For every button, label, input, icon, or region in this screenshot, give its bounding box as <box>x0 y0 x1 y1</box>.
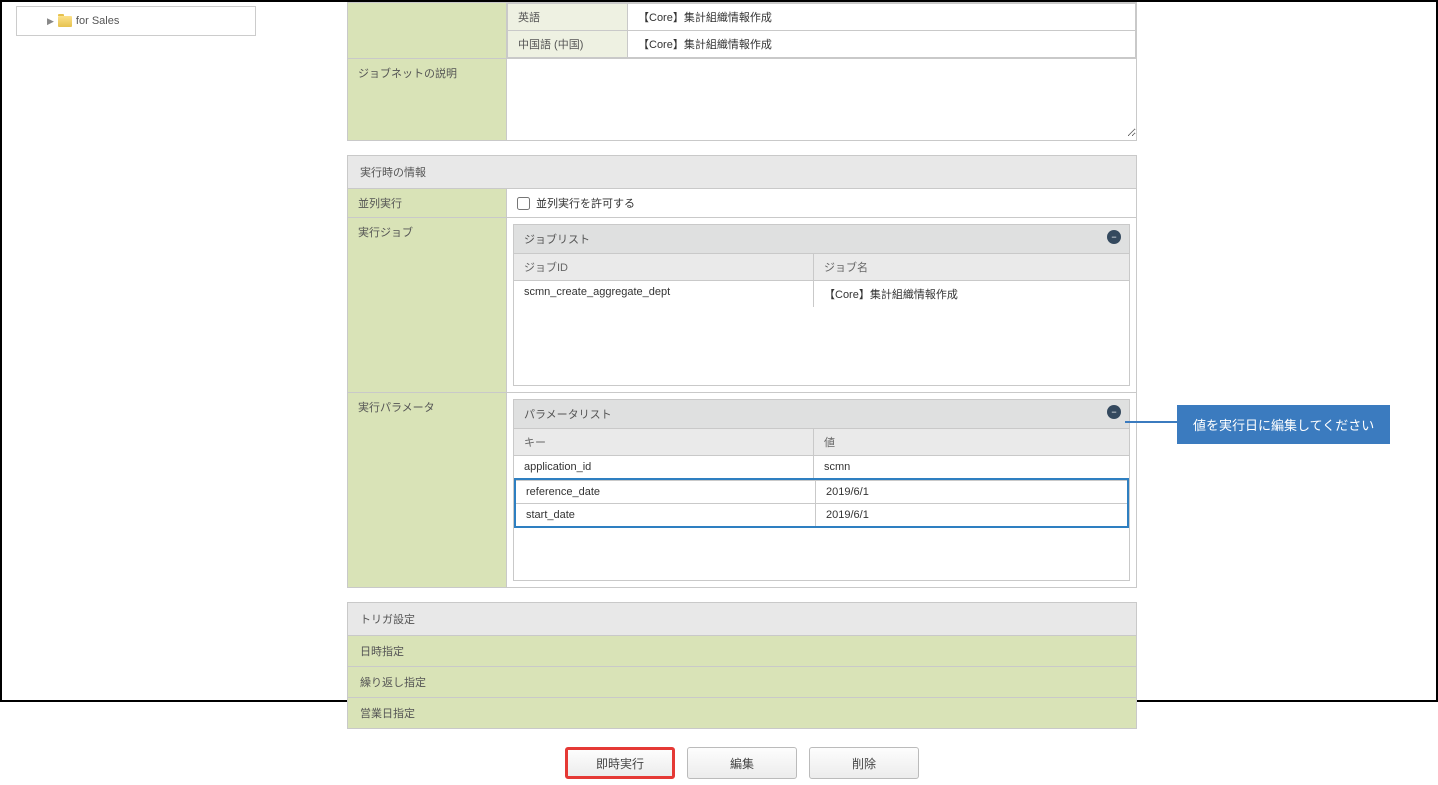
param-highlight-box: reference_date 2019/6/1 start_date 2019/… <box>514 478 1129 528</box>
param-list-empty-space <box>514 528 1129 580</box>
param-key-cell: reference_date <box>516 481 816 503</box>
job-list-header: ジョブリスト − <box>514 225 1129 253</box>
param-key-col: キー <box>514 429 814 455</box>
runtime-info-header: 実行時の情報 <box>347 155 1137 189</box>
param-list-title: パラメータリスト <box>524 409 612 421</box>
param-list-header: パラメータリスト − <box>514 400 1129 428</box>
param-val-col: 値 <box>814 429 1129 455</box>
edit-button[interactable]: 編集 <box>687 747 797 779</box>
exec-param-value: パラメータリスト − キー 値 application_id scmn refe… <box>507 393 1137 588</box>
param-table-header: キー 値 <box>514 428 1129 455</box>
jobnet-desc-row: ジョブネットの説明 <box>347 59 1137 141</box>
exec-job-label: 実行ジョブ <box>347 218 507 393</box>
param-row[interactable]: application_id scmn <box>514 455 1129 478</box>
delete-button[interactable]: 削除 <box>809 747 919 779</box>
job-list-panel: ジョブリスト − ジョブID ジョブ名 scmn_create_aggregat… <box>513 224 1130 386</box>
param-val-cell: 2019/6/1 <box>816 481 1127 503</box>
lang-label-spacer <box>347 2 507 59</box>
callout-box: 値を実行日に編集してください <box>1177 405 1390 444</box>
parallel-checkbox-row: 並列実行を許可する <box>507 189 1136 217</box>
button-bar: 即時実行 編集 削除 <box>347 747 1137 785</box>
trigger-bizday-label[interactable]: 営業日指定 <box>347 698 1137 729</box>
parallel-checkbox[interactable] <box>517 197 530 210</box>
parallel-label: 並列実行 <box>347 189 507 218</box>
exec-job-value: ジョブリスト − ジョブID ジョブ名 scmn_create_aggregat… <box>507 218 1137 393</box>
jobnet-desc-textarea[interactable] <box>507 59 1136 137</box>
jobnet-desc-value <box>507 59 1137 141</box>
run-now-button[interactable]: 即時実行 <box>565 747 675 779</box>
tree-item-for-sales[interactable]: ▶ for Sales <box>23 13 249 29</box>
callout-connector <box>1125 421 1177 423</box>
param-row[interactable]: reference_date 2019/6/1 <box>516 480 1127 503</box>
language-table: 英語 【Core】集計組織情報作成 中国語 (中国) 【Core】集計組織情報作… <box>507 3 1136 58</box>
job-table-header: ジョブID ジョブ名 <box>514 253 1129 280</box>
job-id-cell: scmn_create_aggregate_dept <box>514 281 814 307</box>
parallel-checkbox-label: 並列実行を許可する <box>536 195 635 211</box>
job-id-col: ジョブID <box>514 254 814 280</box>
language-rows-container: 英語 【Core】集計組織情報作成 中国語 (中国) 【Core】集計組織情報作… <box>347 2 1137 59</box>
exec-job-row: 実行ジョブ ジョブリスト − ジョブID ジョブ名 scmn_create_ag… <box>347 218 1137 393</box>
job-list-empty-space <box>514 307 1129 385</box>
param-key-cell: start_date <box>516 504 816 526</box>
exec-param-row: 実行パラメータ パラメータリスト − キー 値 application_id s… <box>347 393 1137 588</box>
lang-zh-value: 【Core】集計組織情報作成 <box>628 31 1136 58</box>
lang-en-label: 英語 <box>508 4 628 31</box>
param-val-cell: 2019/6/1 <box>816 504 1127 526</box>
jobnet-desc-label: ジョブネットの説明 <box>347 59 507 141</box>
collapse-icon[interactable]: − <box>1107 230 1121 244</box>
exec-param-label: 実行パラメータ <box>347 393 507 588</box>
param-key-cell: application_id <box>514 456 814 478</box>
nav-tree: ▶ for Sales <box>16 6 256 36</box>
lang-row: 英語 【Core】集計組織情報作成 <box>508 4 1136 31</box>
parallel-value: 並列実行を許可する <box>507 189 1137 218</box>
trigger-datetime-label[interactable]: 日時指定 <box>347 636 1137 667</box>
job-name-cell: 【Core】集計組織情報作成 <box>814 281 1129 307</box>
lang-zh-label: 中国語 (中国) <box>508 31 628 58</box>
lang-values: 英語 【Core】集計組織情報作成 中国語 (中国) 【Core】集計組織情報作… <box>507 2 1137 59</box>
lang-row: 中国語 (中国) 【Core】集計組織情報作成 <box>508 31 1136 58</box>
folder-icon <box>58 16 72 27</box>
param-row[interactable]: start_date 2019/6/1 <box>516 503 1127 526</box>
job-list-title: ジョブリスト <box>524 234 590 246</box>
job-row[interactable]: scmn_create_aggregate_dept 【Core】集計組織情報作… <box>514 280 1129 307</box>
tree-item-label: for Sales <box>76 15 119 27</box>
lang-en-value: 【Core】集計組織情報作成 <box>628 4 1136 31</box>
trigger-section: トリガ設定 日時指定 繰り返し指定 営業日指定 <box>347 602 1137 729</box>
parallel-row: 並列実行 並列実行を許可する <box>347 189 1137 218</box>
job-name-col: ジョブ名 <box>814 254 1129 280</box>
trigger-repeat-label[interactable]: 繰り返し指定 <box>347 667 1137 698</box>
param-list-panel: パラメータリスト − キー 値 application_id scmn refe… <box>513 399 1130 581</box>
expand-arrow-icon[interactable]: ▶ <box>47 16 54 27</box>
param-val-cell: scmn <box>814 456 1129 478</box>
main-form-panel: 英語 【Core】集計組織情報作成 中国語 (中国) 【Core】集計組織情報作… <box>347 2 1137 785</box>
collapse-icon[interactable]: − <box>1107 405 1121 419</box>
trigger-header: トリガ設定 <box>347 602 1137 636</box>
